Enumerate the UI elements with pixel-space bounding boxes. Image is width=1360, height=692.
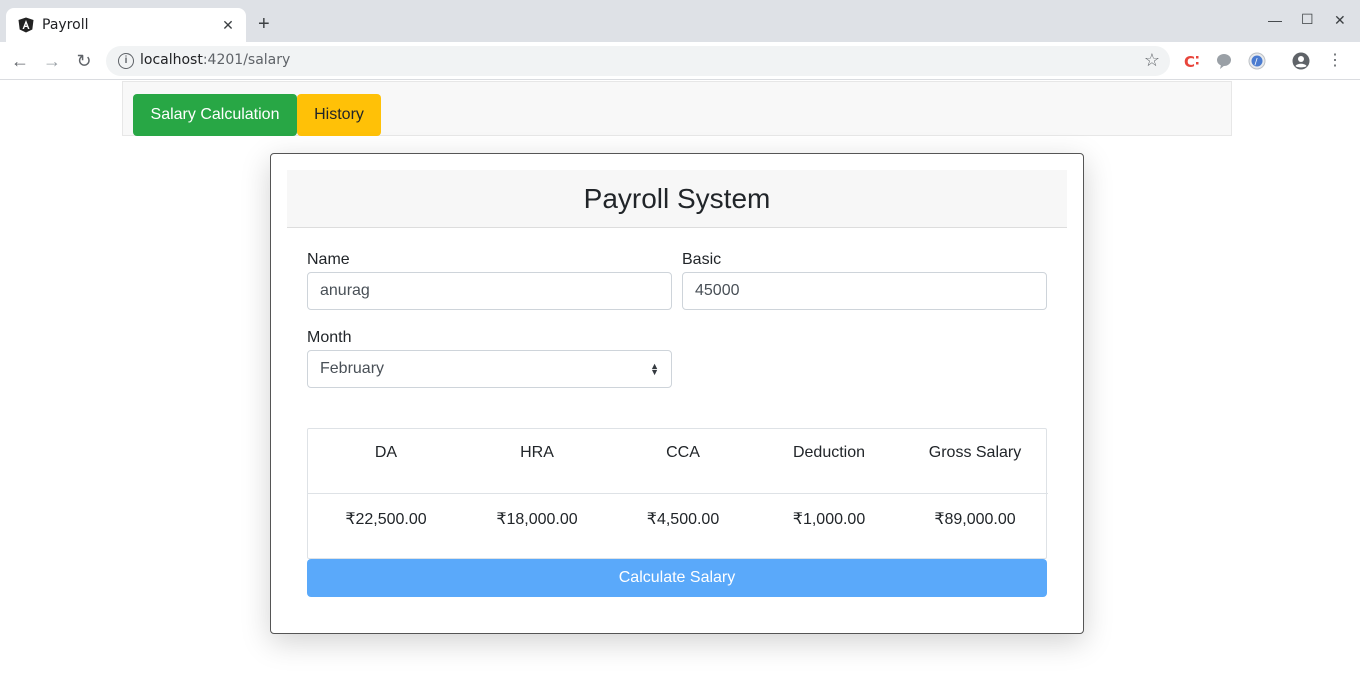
browser-tab[interactable]: Payroll ✕ — [6, 8, 246, 42]
payroll-card: Payroll System Name anurag Basic 45000 M… — [270, 153, 1084, 634]
tab-close-icon[interactable]: ✕ — [220, 17, 236, 34]
browser-toolbar: ← → ↻ i localhost:4201/salary ☆ C / ⋮ — [0, 42, 1360, 80]
back-icon[interactable]: ← — [10, 51, 30, 71]
value-cca: ₹4,500.00 — [646, 511, 720, 528]
header-da: DA — [374, 444, 398, 461]
basic-input[interactable]: 45000 — [682, 272, 1047, 310]
chat-extension-icon[interactable] — [1215, 52, 1233, 70]
name-input[interactable]: anurag — [307, 272, 672, 310]
month-value: February — [320, 360, 385, 377]
salary-table: DA HRA CCA Deduction Gross Salary ₹22,50… — [307, 428, 1048, 559]
tab-title: Payroll — [42, 17, 89, 33]
table-row: ₹22,500.00 ₹18,000.00 ₹4,500.00 ₹1,000.0… — [308, 494, 1048, 559]
menu-icon[interactable]: ⋮ — [1325, 51, 1345, 71]
card-header: Payroll System — [287, 170, 1067, 228]
value-deduction: ₹1,000.00 — [792, 511, 866, 528]
header-cca: CCA — [666, 444, 700, 461]
extension-badge-icon[interactable]: / — [1248, 52, 1266, 70]
header-deduction: Deduction — [792, 444, 866, 461]
calculate-salary-button[interactable]: Calculate Salary — [307, 559, 1047, 597]
site-info-icon[interactable]: i — [118, 53, 134, 69]
maximize-icon[interactable]: ☐ — [1301, 11, 1314, 28]
salary-calculation-button[interactable]: Salary Calculation — [133, 94, 297, 136]
new-tab-icon[interactable]: + — [258, 14, 270, 34]
page-title: Payroll System — [583, 182, 771, 214]
reload-icon[interactable]: ↻ — [74, 51, 94, 71]
value-gross-salary: ₹89,000.00 — [934, 511, 1016, 528]
minimize-icon[interactable]: — — [1268, 12, 1282, 28]
value-da: ₹22,500.00 — [345, 511, 427, 528]
window-close-icon[interactable]: ✕ — [1334, 12, 1346, 29]
month-label: Month — [307, 329, 352, 346]
value-hra: ₹18,000.00 — [496, 511, 578, 528]
header-hra: HRA — [520, 444, 554, 461]
browser-tab-bar: Payroll ✕ + — ☐ ✕ — [0, 0, 1360, 42]
table-header-row: DA HRA CCA Deduction Gross Salary — [308, 429, 1048, 494]
basic-label: Basic — [682, 251, 722, 268]
app-navbar: Salary Calculation History — [122, 81, 1232, 136]
extension-icon[interactable]: C — [1183, 52, 1201, 70]
name-label: Name — [307, 251, 350, 268]
bookmark-star-icon[interactable]: ☆ — [1144, 50, 1160, 71]
address-bar[interactable]: i localhost:4201/salary ☆ — [106, 46, 1170, 76]
profile-icon[interactable] — [1292, 52, 1310, 70]
basic-value: 45000 — [695, 282, 740, 299]
month-select[interactable]: February ▲ ▼ — [307, 350, 672, 388]
select-arrows-icon: ▲ ▼ — [650, 361, 659, 377]
header-gross-salary: Gross Salary — [928, 444, 1022, 461]
url-text: localhost:4201/salary — [140, 52, 291, 68]
angular-icon — [18, 17, 34, 33]
name-value: anurag — [320, 282, 370, 299]
svg-text:C: C — [1184, 53, 1195, 70]
history-button[interactable]: History — [297, 94, 381, 136]
forward-icon[interactable]: → — [42, 51, 62, 71]
